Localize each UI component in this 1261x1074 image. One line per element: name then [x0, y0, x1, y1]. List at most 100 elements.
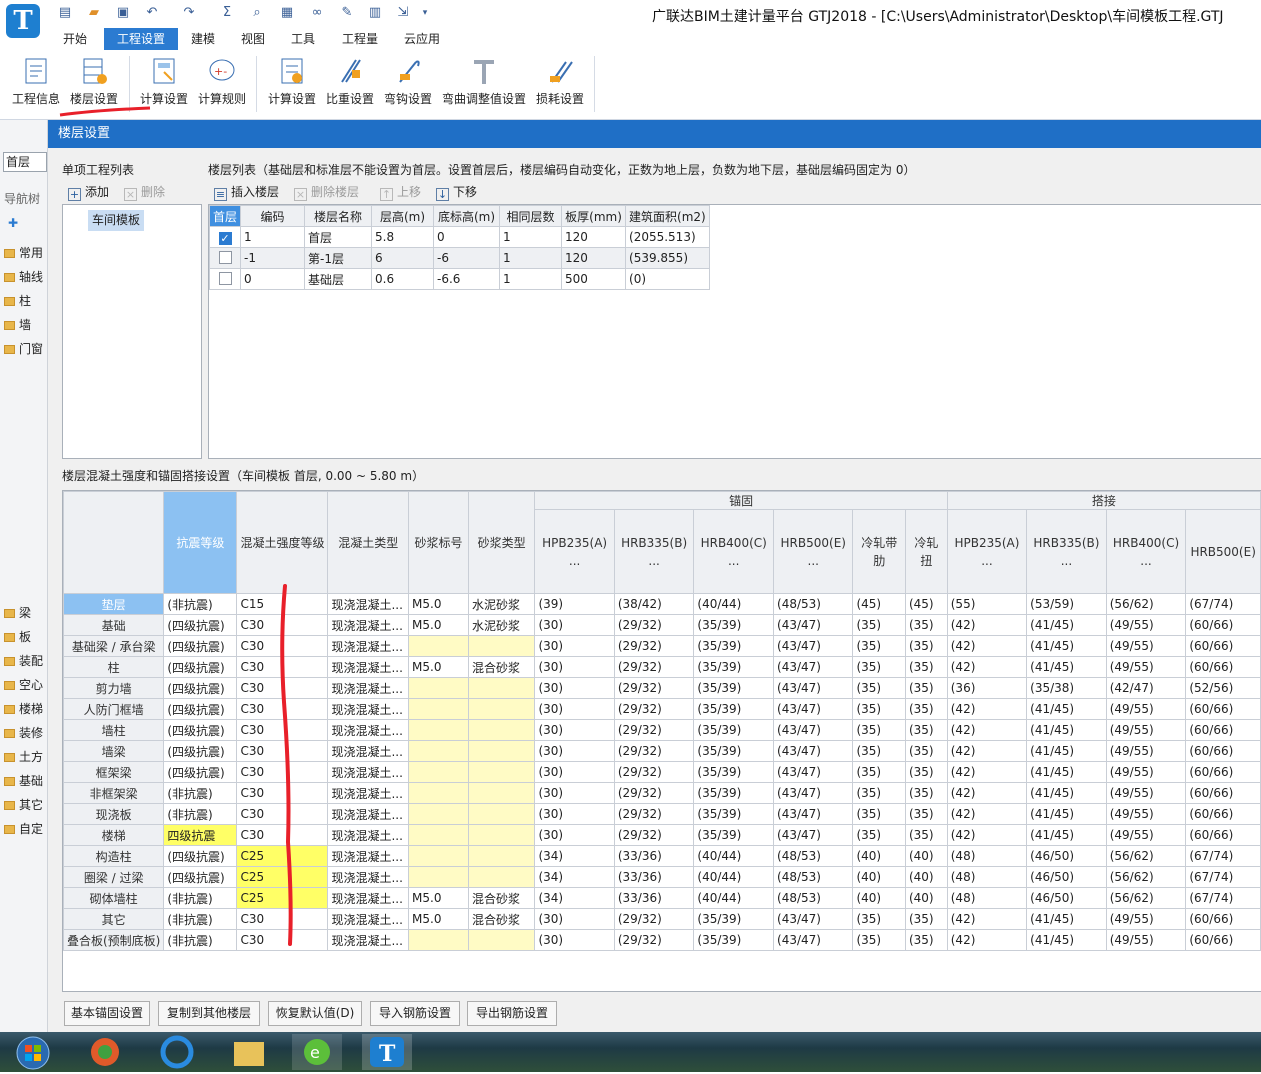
- concrete-cell[interactable]: (四级抗震): [163, 677, 238, 699]
- concrete-cell[interactable]: (35): [852, 719, 906, 741]
- concrete-cell[interactable]: [467, 824, 536, 846]
- concrete-cell[interactable]: (52/56): [1185, 677, 1261, 699]
- row-header[interactable]: 其它: [63, 908, 165, 930]
- row-header[interactable]: 基础: [63, 614, 165, 636]
- floor-cell-area[interactable]: (0): [625, 268, 710, 290]
- delete-project-button[interactable]: × 删除: [124, 183, 165, 201]
- concrete-cell[interactable]: (42): [946, 614, 1028, 636]
- concrete-cell[interactable]: [467, 719, 536, 741]
- concrete-cell[interactable]: (29/32): [613, 929, 695, 951]
- concrete-cell[interactable]: (43/47): [773, 824, 854, 846]
- concrete-cell[interactable]: (四级抗震): [163, 614, 238, 636]
- grid-icon[interactable]: ▥: [366, 5, 384, 21]
- concrete-cell[interactable]: [467, 698, 536, 720]
- row-header[interactable]: 框架梁: [63, 761, 165, 783]
- concrete-cell[interactable]: (35/39): [693, 929, 775, 951]
- concrete-cell[interactable]: (41/45): [1026, 635, 1107, 657]
- concrete-cell[interactable]: (42): [946, 656, 1028, 678]
- floor-cell-height[interactable]: 5.8: [371, 226, 435, 248]
- concrete-cell[interactable]: (41/45): [1026, 908, 1107, 930]
- loss-settings-button[interactable]: 损耗设置: [532, 54, 588, 114]
- first-floor-checkbox[interactable]: ✓: [218, 232, 232, 245]
- floor-cell-thick[interactable]: 120: [561, 247, 627, 269]
- concrete-cell[interactable]: (48/53): [773, 866, 854, 888]
- concrete-cell[interactable]: (49/55): [1105, 803, 1187, 825]
- nav-item[interactable]: 空心: [4, 676, 48, 693]
- concrete-cell[interactable]: (41/45): [1026, 761, 1107, 783]
- floor-cell-same[interactable]: 1: [499, 226, 563, 248]
- new-file-icon[interactable]: ▤: [56, 5, 74, 21]
- concrete-cell[interactable]: (60/66): [1185, 740, 1261, 762]
- concrete-cell[interactable]: 现浇混凝土...: [327, 593, 410, 615]
- concrete-cell[interactable]: (56/62): [1105, 593, 1187, 615]
- nav-item[interactable]: 自定: [4, 820, 48, 837]
- concrete-cell[interactable]: (41/45): [1026, 698, 1107, 720]
- concrete-cell[interactable]: (40): [852, 887, 906, 909]
- concrete-cell[interactable]: (29/32): [613, 803, 695, 825]
- concrete-cell[interactable]: (35/39): [693, 698, 775, 720]
- concrete-cell[interactable]: (非抗震): [163, 593, 238, 615]
- row-header[interactable]: 人防门框墙: [63, 698, 165, 720]
- concrete-cell[interactable]: (30): [534, 803, 615, 825]
- concrete-cell[interactable]: (49/55): [1105, 698, 1187, 720]
- concrete-cell[interactable]: (43/47): [773, 761, 854, 783]
- floor-cell-area[interactable]: (539.855): [625, 247, 710, 269]
- concrete-cell[interactable]: (42): [946, 824, 1028, 846]
- concrete-cell[interactable]: [467, 845, 536, 867]
- nav-item[interactable]: 土方: [4, 748, 48, 765]
- concrete-cell[interactable]: (56/62): [1105, 887, 1187, 909]
- floor-cell-code[interactable]: 0: [240, 268, 306, 290]
- concrete-cell[interactable]: [467, 929, 536, 951]
- concrete-cell[interactable]: (30): [534, 761, 615, 783]
- concrete-cell[interactable]: (33/36): [613, 845, 695, 867]
- concrete-cell[interactable]: (35): [852, 740, 906, 762]
- concrete-cell[interactable]: [467, 635, 536, 657]
- concrete-cell[interactable]: [408, 740, 469, 762]
- concrete-cell[interactable]: (41/45): [1026, 824, 1107, 846]
- concrete-cell[interactable]: (40): [904, 845, 948, 867]
- concrete-cell[interactable]: 现浇混凝土...: [327, 803, 410, 825]
- concrete-cell[interactable]: (34): [534, 887, 615, 909]
- concrete-cell[interactable]: [467, 740, 536, 762]
- nav-item[interactable]: 门窗: [4, 340, 48, 357]
- bend-adjust-button[interactable]: 弯曲调整值设置: [440, 54, 528, 114]
- qa-more-icon[interactable]: ▾: [416, 5, 434, 21]
- taskbar-folder-icon[interactable]: [224, 1034, 274, 1070]
- taskbar-browser-icon[interactable]: [152, 1034, 202, 1070]
- concrete-cell[interactable]: (35/39): [693, 824, 775, 846]
- concrete-cell[interactable]: (67/74): [1185, 887, 1261, 909]
- row-header[interactable]: 垫层: [63, 593, 165, 615]
- concrete-cell[interactable]: (35): [904, 782, 948, 804]
- nav-item[interactable]: 基础: [4, 772, 48, 789]
- concrete-cell[interactable]: (49/55): [1105, 656, 1187, 678]
- concrete-cell[interactable]: (29/32): [613, 740, 695, 762]
- concrete-cell[interactable]: (41/45): [1026, 782, 1107, 804]
- concrete-cell[interactable]: (41/45): [1026, 656, 1107, 678]
- concrete-cell[interactable]: (四级抗震): [163, 866, 238, 888]
- concrete-cell[interactable]: (非抗震): [163, 803, 238, 825]
- floor-cell-area[interactable]: (2055.513): [625, 226, 710, 248]
- tab-project-settings[interactable]: 工程设置: [104, 28, 178, 50]
- concrete-cell[interactable]: (35): [904, 698, 948, 720]
- concrete-cell[interactable]: 现浇混凝土...: [327, 719, 410, 741]
- open-folder-icon[interactable]: ▰: [85, 5, 103, 21]
- concrete-cell[interactable]: (35): [904, 929, 948, 951]
- concrete-cell[interactable]: (60/66): [1185, 656, 1261, 678]
- concrete-cell[interactable]: (38/42): [613, 593, 695, 615]
- concrete-cell[interactable]: (43/47): [773, 614, 854, 636]
- concrete-cell[interactable]: (49/55): [1105, 908, 1187, 930]
- floor-cell-code[interactable]: -1: [240, 247, 306, 269]
- floor-cell-same[interactable]: 1: [499, 247, 563, 269]
- nav-item[interactable]: 柱: [4, 292, 48, 309]
- concrete-cell[interactable]: (56/62): [1105, 845, 1187, 867]
- first-floor-cell[interactable]: [208, 268, 242, 290]
- concrete-cell[interactable]: (35): [904, 677, 948, 699]
- concrete-cell[interactable]: 现浇混凝土...: [327, 845, 410, 867]
- concrete-cell[interactable]: (42): [946, 635, 1028, 657]
- concrete-cell[interactable]: 现浇混凝土...: [327, 698, 410, 720]
- floor-selector[interactable]: 首层: [3, 152, 47, 172]
- concrete-cell[interactable]: (30): [534, 698, 615, 720]
- concrete-cell[interactable]: (45): [852, 593, 906, 615]
- concrete-cell[interactable]: (29/32): [613, 761, 695, 783]
- floor-cell-bottom[interactable]: -6.6: [433, 268, 501, 290]
